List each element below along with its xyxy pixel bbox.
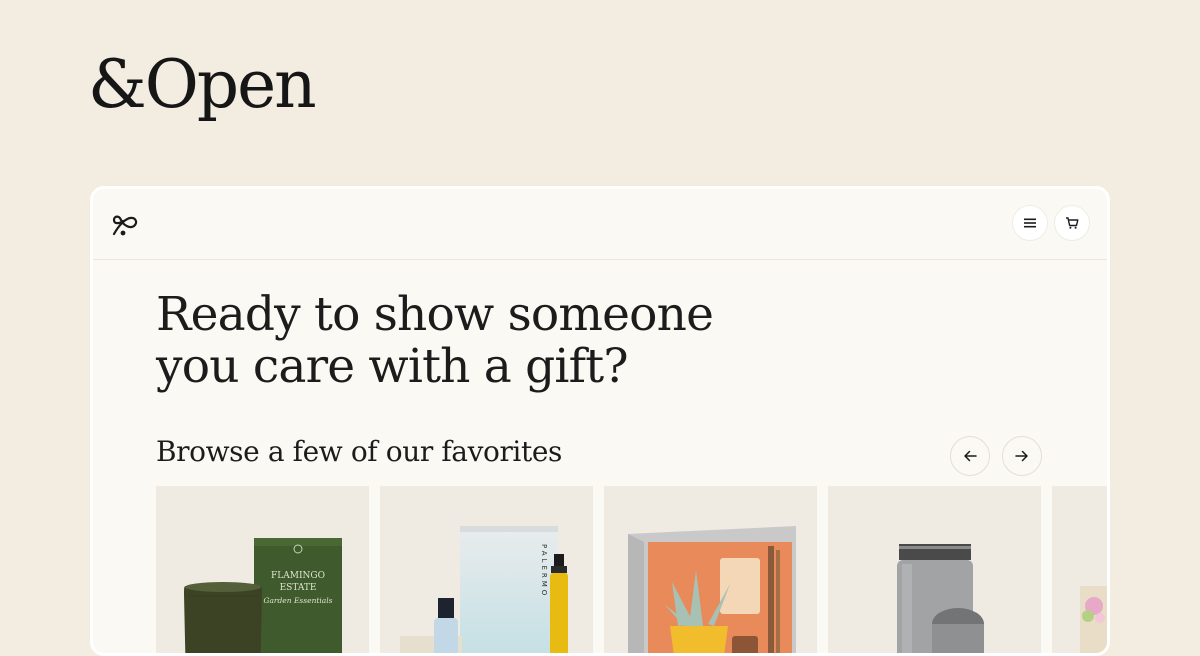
- candle-gift-box-image: FLAMINGO ESTATE Garden Essentials: [184, 538, 342, 653]
- box-text-line-2: ESTATE: [280, 583, 317, 593]
- product-card[interactable]: [604, 486, 817, 653]
- favorites-heading: Browse a few of our favorites: [156, 435, 562, 468]
- headline-line-1: Ready to show someone: [156, 287, 714, 342]
- skincare-serum-set-image: PALERMO: [400, 526, 568, 653]
- plant-gift-box-image: [628, 526, 796, 653]
- loop-logo-icon[interactable]: [111, 211, 141, 237]
- box-text-line-1: FLAMINGO: [271, 571, 325, 581]
- site-preview-window: Ready to show someone you care with a gi…: [90, 186, 1110, 656]
- menu-button[interactable]: [1012, 205, 1048, 241]
- cart-button[interactable]: [1054, 205, 1090, 241]
- shopping-cart-icon: [1066, 217, 1079, 229]
- product-card[interactable]: [1052, 486, 1107, 653]
- arrow-right-icon: [1015, 450, 1028, 462]
- box-brand-text: PALERMO: [540, 544, 548, 598]
- hamburger-menu-icon: [1024, 218, 1036, 228]
- flower-product-image: [1080, 586, 1107, 653]
- carousel-prev-button[interactable]: [950, 436, 990, 476]
- box-text-line-3: Garden Essentials: [263, 596, 332, 605]
- arrow-left-icon: [964, 450, 977, 462]
- brand-wordmark: &Open: [88, 46, 317, 123]
- carousel-next-button[interactable]: [1002, 436, 1042, 476]
- site-header: [93, 189, 1107, 260]
- hero-headline: Ready to show someone you care with a gi…: [156, 287, 714, 394]
- product-card[interactable]: PALERMO: [380, 486, 593, 653]
- gray-tumbler-image: [897, 544, 984, 653]
- product-card[interactable]: FLAMINGO ESTATE Garden Essentials: [156, 486, 369, 653]
- headline-line-2: you care with a gift?: [156, 339, 629, 394]
- product-card[interactable]: [828, 486, 1041, 653]
